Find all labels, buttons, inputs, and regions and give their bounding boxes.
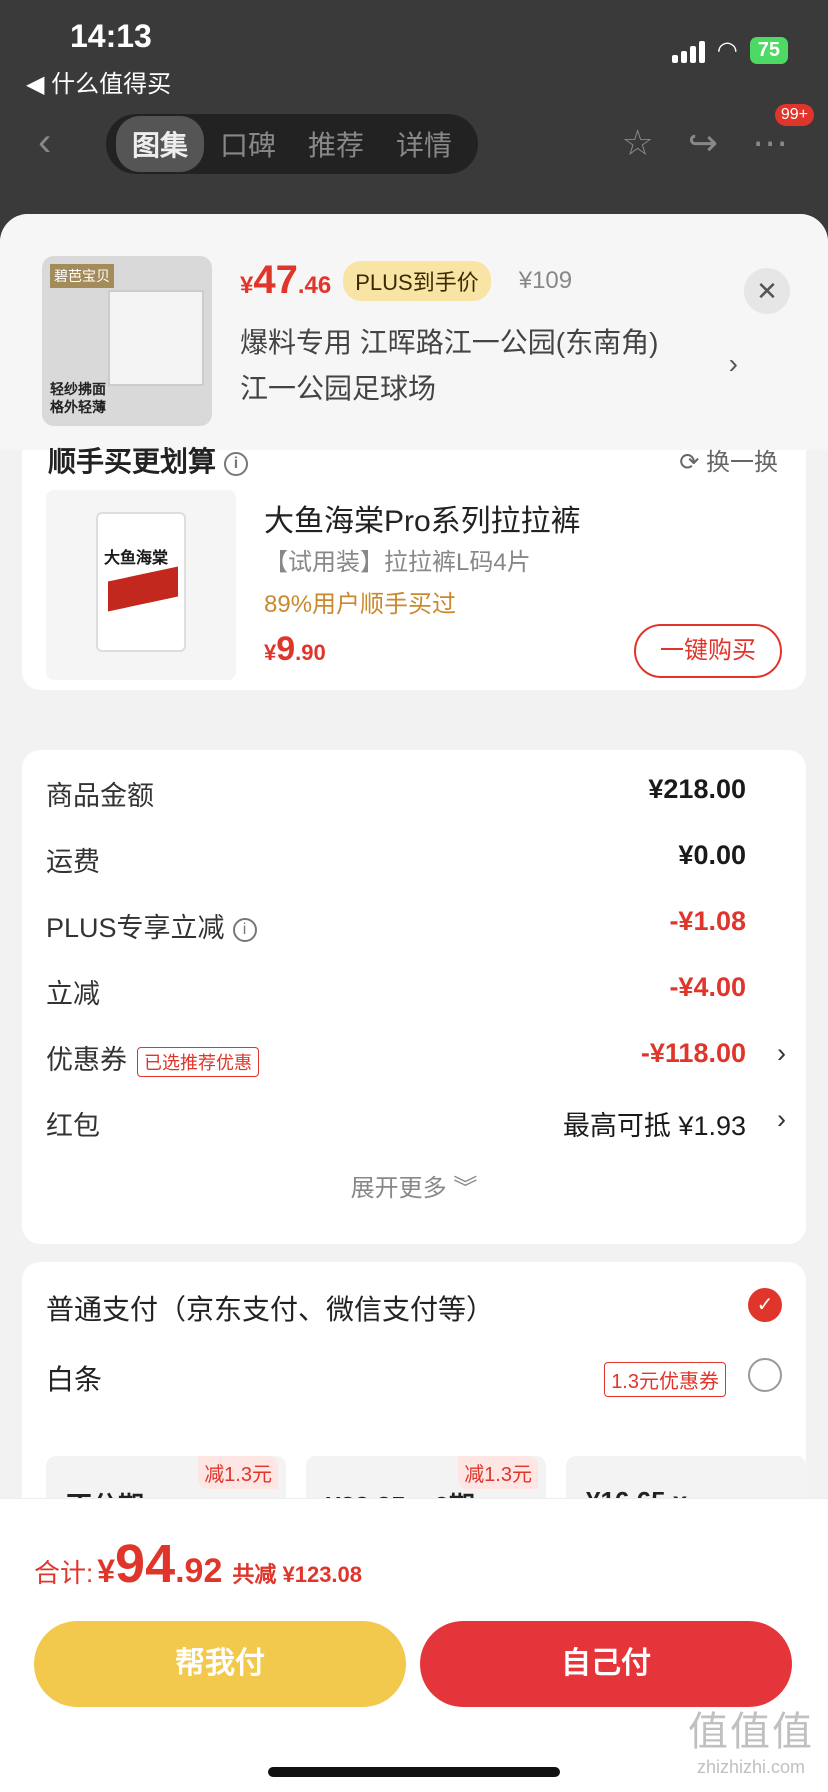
help-me-pay-button[interactable]: 帮我付 [34, 1621, 406, 1707]
more-icon[interactable]: ⋯ [752, 122, 788, 164]
info-icon[interactable]: i [224, 451, 249, 476]
home-indicator[interactable] [268, 1767, 560, 1777]
pay-myself-button[interactable]: 自己付 [420, 1621, 792, 1707]
watermark-logo: 值值值 [688, 1710, 814, 1754]
total-label: 合计: [34, 1558, 94, 1588]
close-button[interactable]: ✕ [744, 268, 790, 314]
fee-label: 商品金额 [46, 781, 154, 811]
bag-fish-graphic [108, 566, 178, 612]
checkout-footer: 合计: ¥ 94 .92 共减 ¥123.08 帮我付 自己付 值值值 zhiz… [0, 1498, 828, 1792]
fee-row-instant-discount: 立减 -¥4.00 [46, 972, 786, 1016]
payment-option-normal[interactable]: 普通支付（京东支付、微信支付等） ✓ [46, 1288, 782, 1334]
fee-row-subtotal: 商品金额 ¥218.00 [46, 774, 786, 818]
star-icon[interactable]: ☆ [622, 122, 654, 164]
signal-icon [671, 39, 705, 63]
fee-breakdown-card: 商品金额 ¥218.00 运费 ¥0.00 PLUS专享立减 i -¥1.08 立… [22, 750, 806, 1244]
thumb-package [108, 290, 204, 386]
chevron-right-icon[interactable]: › [729, 348, 738, 380]
total-price: 合计: ¥ 94 .92 共减 ¥123.08 [34, 1533, 362, 1595]
baitiao-coupon-tag: 1.3元优惠券 [604, 1362, 726, 1397]
plus-price: ¥47.46 [240, 258, 332, 302]
thumb-brand: 碧芭宝贝 [50, 264, 114, 288]
wifi-icon: ◠ [716, 37, 738, 64]
payment-label: 普通支付（京东支付、微信支付等） [46, 1294, 495, 1325]
address-line-2: 江一公园足球场 [240, 373, 437, 404]
refresh-icon: ⟳ [679, 449, 706, 476]
total-symbol: ¥ [97, 1553, 116, 1589]
addon-product-image[interactable]: 大鱼海棠 [46, 490, 236, 680]
bag-illustration: 大鱼海棠 [96, 512, 186, 652]
top-nav: ‹ 图集 口碑 推荐 详情 ☆ ↪ ⋯ 99+ [0, 104, 828, 178]
original-price: ¥109 [518, 266, 573, 294]
back-to-app-link[interactable]: ◀ 什么值得买 [26, 64, 171, 99]
address-line-1: 爆料专用 江晖路江一公园(东南角) [240, 327, 659, 358]
chevron-right-icon[interactable]: › [777, 1038, 786, 1069]
fee-value: -¥118.00 [640, 1038, 746, 1068]
nav-tabs: 图集 口碑 推荐 详情 [106, 114, 479, 174]
installment-discount: 减1.3元 [198, 1456, 278, 1489]
swap-button[interactable]: ⟳ 换一换 [679, 442, 778, 477]
fee-label: 运费 [46, 847, 100, 877]
watermark: 值值值 zhizhizhi.com [688, 1699, 814, 1778]
product-header: 碧芭宝贝 轻纱拂面 格外轻薄 ¥47.46 PLUS到手价 ¥109 ✕ 爆料专… [0, 214, 828, 450]
payment-label: 白条 [46, 1364, 103, 1395]
fee-value: 最高可抵 ¥1.93 [562, 1111, 746, 1141]
product-image: 碧芭宝贝 轻纱拂面 格外轻薄 [42, 256, 212, 426]
total-decimal: .92 [175, 1552, 223, 1590]
addon-product-spec: 【试用装】拉拉裤L码4片 [264, 549, 531, 576]
payment-option-baitiao[interactable]: 白条 1.3元优惠券 [46, 1358, 782, 1404]
check-icon[interactable]: ✓ [748, 1288, 782, 1322]
battery-icon: 75 [749, 37, 788, 64]
tab-reviews[interactable]: 口碑 [204, 116, 292, 172]
radio-icon[interactable] [748, 1358, 782, 1392]
fee-label: 红包 [46, 1111, 100, 1141]
fee-value: ¥0.00 [678, 840, 746, 870]
fee-label: 立减 [46, 979, 100, 1009]
fee-row-shipping: 运费 ¥0.00 [46, 840, 786, 884]
one-click-buy-button[interactable]: 一键购买 [634, 624, 782, 678]
tab-details[interactable]: 详情 [380, 116, 468, 172]
clock: 14:13 [70, 18, 152, 54]
nav-actions: ☆ ↪ ⋯ [622, 122, 788, 164]
installment-discount: 减1.3元 [458, 1456, 538, 1489]
tab-gallery[interactable]: 图集 [116, 116, 205, 172]
fee-label: PLUS专享立减 i [46, 906, 257, 945]
info-icon[interactable]: i [232, 917, 257, 942]
addon-users-stat: 89%用户顺手买过 [264, 591, 457, 618]
addon-card: 顺手买更划算 i ⟳ 换一换 大鱼海棠 大鱼海棠Pro系列拉拉裤 【试用装】拉拉裤… [22, 446, 806, 690]
coupon-recommend-tag: 已选推荐优惠 [137, 1046, 259, 1077]
fee-row-plus-discount: PLUS专享立减 i -¥1.08 [46, 906, 786, 950]
fee-row-red-packet[interactable]: 红包 最高可抵 ¥1.93 › [46, 1104, 786, 1148]
status-bar: 14:13 ◀ 什么值得买 ◠ 75 [0, 0, 828, 100]
bag-title: 大鱼海棠 [104, 550, 169, 567]
total-savings: 共减 ¥123.08 [232, 1562, 363, 1587]
fee-row-coupon[interactable]: 优惠券 已选推荐优惠 -¥118.00 › [46, 1038, 786, 1082]
chevron-right-icon[interactable]: › [777, 1104, 786, 1135]
tab-recommend[interactable]: 推荐 [292, 116, 380, 172]
fee-value: -¥1.08 [669, 906, 746, 936]
status-icons: ◠ 75 [671, 36, 788, 65]
fee-label: 优惠券 已选推荐优惠 [46, 1038, 259, 1077]
share-icon[interactable]: ↪ [688, 122, 718, 164]
message-badge: 99+ [774, 104, 814, 126]
total-integer: 94 [115, 1534, 176, 1594]
price-row: ¥47.46 PLUS到手价 ¥109 [240, 258, 572, 303]
thumb-slogan: 轻纱拂面 格外轻薄 [50, 381, 106, 415]
addon-title: 顺手买更划算 i [48, 440, 249, 480]
fee-value: -¥4.00 [669, 972, 746, 1002]
addon-price: ¥9.90 [264, 630, 326, 668]
address-description[interactable]: 爆料专用 江晖路江一公园(东南角) 江一公园足球场 [240, 320, 720, 412]
watermark-url: zhizhizhi.com [696, 1757, 806, 1777]
plus-price-tag: PLUS到手价 [343, 260, 491, 301]
expand-more-button[interactable]: 展开更多 ︾ [22, 1168, 806, 1203]
addon-product-name[interactable]: 大鱼海棠Pro系列拉拉裤 [264, 496, 581, 540]
fee-value: ¥218.00 [648, 774, 746, 804]
back-arrow-icon[interactable]: ‹ [38, 120, 51, 165]
